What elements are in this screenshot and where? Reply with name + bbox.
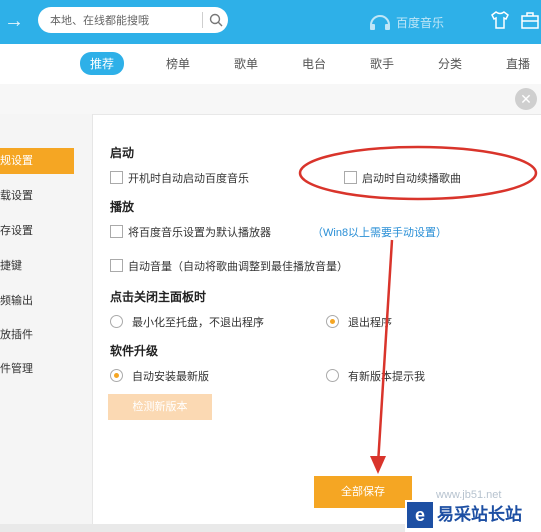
watermark-logo-icon: e bbox=[407, 502, 433, 528]
skin-shirt-icon[interactable] bbox=[489, 10, 511, 30]
sidebar-item-cache[interactable]: 存设置 bbox=[0, 218, 92, 244]
bag-icon[interactable] bbox=[519, 10, 541, 30]
search-icon[interactable] bbox=[208, 12, 224, 28]
upgrade-auto-radio[interactable] bbox=[110, 369, 123, 382]
watermark: e 易采站长站 bbox=[405, 500, 541, 532]
startup-autostart-label: 开机时自动启动百度音乐 bbox=[128, 173, 249, 185]
bottom-strip bbox=[0, 524, 405, 532]
section-close-title: 点击关闭主面板时 bbox=[110, 290, 207, 304]
startup-resume-label: 启动时自动续播歌曲 bbox=[362, 173, 461, 185]
search-input[interactable]: 本地、在线都能搜哦 bbox=[50, 12, 149, 28]
settings-sidebar: 规设置 载设置 存设置 捷键 频输出 放插件 件管理 bbox=[0, 114, 93, 532]
default-player-checkbox[interactable] bbox=[110, 225, 123, 238]
nav-tabs: 推荐 榜单 歌单 电台 歌手 分类 直播 bbox=[0, 44, 541, 85]
tab-recommend[interactable]: 推荐 bbox=[80, 52, 125, 75]
settings-content: 启动 开机时自动启动百度音乐 启动时自动续播歌曲 播放 将百度音乐设置为默认播放… bbox=[92, 114, 541, 532]
section-startup-title: 启动 bbox=[110, 146, 135, 160]
check-update-button[interactable]: 检测新版本 bbox=[108, 394, 212, 420]
top-bar: → 本地、在线都能搜哦 百度音乐 bbox=[0, 0, 541, 44]
startup-resume-checkbox[interactable] bbox=[344, 171, 357, 184]
sidebar-item-download[interactable]: 载设置 bbox=[0, 183, 92, 209]
sidebar-item-general[interactable]: 规设置 bbox=[0, 148, 74, 174]
win8-manual-link[interactable]: （Win8以上需要手动设置） bbox=[312, 224, 447, 240]
brand-name: 百度音乐 bbox=[396, 16, 445, 30]
headphone-icon bbox=[370, 15, 390, 30]
sidebar-item-file-management[interactable]: 件管理 bbox=[0, 356, 92, 382]
sidebar-item-plugins[interactable]: 放插件 bbox=[0, 322, 92, 348]
dialog-header bbox=[0, 84, 541, 115]
close-exit-radio[interactable] bbox=[326, 315, 339, 328]
search-box[interactable]: 本地、在线都能搜哦 bbox=[38, 7, 228, 33]
back-arrow-icon[interactable]: → bbox=[4, 10, 26, 32]
tab-live[interactable]: 直播 bbox=[506, 55, 530, 72]
upgrade-notify-label: 有新版本提示我 bbox=[348, 371, 425, 383]
section-upgrade-title: 软件升级 bbox=[110, 344, 159, 358]
close-exit-label: 退出程序 bbox=[348, 317, 392, 329]
startup-autostart-checkbox[interactable] bbox=[110, 171, 123, 184]
search-divider bbox=[202, 12, 203, 28]
close-icon[interactable]: ✕ bbox=[515, 88, 537, 110]
close-minimize-radio[interactable] bbox=[110, 315, 123, 328]
auto-volume-label: 自动音量（自动将歌曲调整到最佳播放音量） bbox=[128, 261, 348, 273]
settings-dialog: ✕ 规设置 载设置 存设置 捷键 频输出 放插件 件管理 启动 开机时自动启动百… bbox=[0, 84, 541, 532]
tab-playlists[interactable]: 歌单 bbox=[234, 55, 258, 72]
upgrade-auto-label: 自动安装最新版 bbox=[132, 371, 209, 383]
sidebar-item-hotkeys[interactable]: 捷键 bbox=[0, 253, 92, 279]
tab-categories[interactable]: 分类 bbox=[438, 55, 462, 72]
close-minimize-label: 最小化至托盘，不退出程序 bbox=[132, 317, 264, 329]
tab-singers[interactable]: 歌手 bbox=[370, 55, 394, 72]
section-play-title: 播放 bbox=[110, 200, 135, 214]
tab-charts[interactable]: 榜单 bbox=[166, 55, 190, 72]
tab-radio[interactable]: 电台 bbox=[302, 55, 326, 72]
save-all-button[interactable]: 全部保存 bbox=[314, 476, 412, 508]
default-player-label: 将百度音乐设置为默认播放器 bbox=[128, 227, 271, 239]
auto-volume-checkbox[interactable] bbox=[110, 259, 123, 272]
sidebar-item-audio-output[interactable]: 频输出 bbox=[0, 288, 92, 314]
watermark-text: 易采站长站 bbox=[437, 505, 522, 524]
upgrade-notify-radio[interactable] bbox=[326, 369, 339, 382]
